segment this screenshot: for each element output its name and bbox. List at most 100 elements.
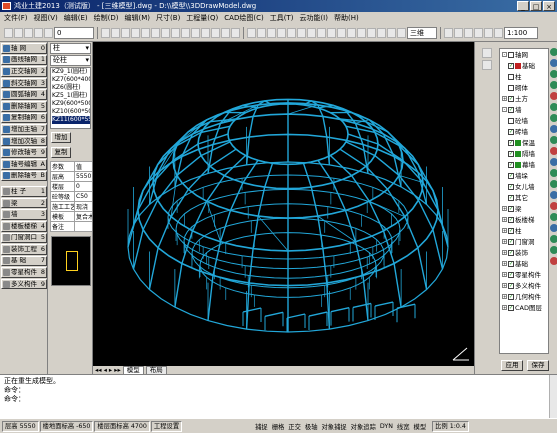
- expand-toggle[interactable]: +: [502, 283, 507, 288]
- layer-tool-button[interactable]: [549, 81, 557, 89]
- toolbar-button[interactable]: [101, 27, 110, 38]
- toolbar-button[interactable]: [257, 27, 266, 38]
- toolbar-button[interactable]: [111, 27, 120, 38]
- toolbar-button[interactable]: [387, 27, 396, 38]
- view-select[interactable]: 三维: [407, 26, 437, 39]
- panel-tool-button[interactable]: [482, 60, 492, 70]
- status-toggle[interactable]: DYN: [378, 423, 395, 430]
- layer-tool-button[interactable]: [549, 246, 557, 254]
- tree-item[interactable]: + ✓ 零星构件: [500, 269, 548, 280]
- left-panel-item[interactable]: 楼板楼梯 4: [1, 220, 47, 232]
- visibility-checkbox[interactable]: ✓: [508, 271, 514, 278]
- status-toggle[interactable]: 线宽: [395, 422, 412, 431]
- expand-toggle[interactable]: +: [502, 305, 507, 310]
- toolbar-button[interactable]: [151, 27, 160, 38]
- layer-select[interactable]: 0: [54, 26, 94, 39]
- layer-tool-button[interactable]: [549, 224, 557, 232]
- visibility-checkbox[interactable]: ✓: [508, 106, 514, 113]
- expand-toggle[interactable]: +: [502, 206, 507, 211]
- toolbar-button[interactable]: [317, 27, 326, 38]
- property-table[interactable]: 参数值层高 5550 楼层 0 砼等级 C50 施工工艺 现浇 模板 复合木 备注: [50, 161, 92, 232]
- toolbar-button[interactable]: [397, 27, 406, 38]
- expand-toggle[interactable]: +: [502, 272, 507, 277]
- tree-item[interactable]: - ✓ 墙: [500, 104, 548, 115]
- list-item[interactable]: KZ6(圆柱): [52, 84, 90, 92]
- component-tree[interactable]: - 轴网 ✓ 基础柱砌体 + ✓ 土方 - ✓ 墙砼墙 ✓ 砖墙 ✓ 保温 ✓ 隔墙 ✓ 幕墙 ✓ 墙垛 ✓ 女儿墙 ✓ 其它…: [499, 48, 549, 354]
- visibility-checkbox[interactable]: ✓: [508, 95, 514, 102]
- toolbar-button[interactable]: [297, 27, 306, 38]
- table-row[interactable]: 参数值: [50, 161, 92, 172]
- tree-item[interactable]: + ✓ 基础: [500, 258, 548, 269]
- status-toggle[interactable]: 模型: [412, 422, 429, 431]
- left-panel-item[interactable]: 修改轴号 9: [1, 147, 47, 158]
- table-row[interactable]: 备注: [50, 221, 92, 232]
- left-panel-item[interactable]: 柱 子 1: [1, 186, 47, 197]
- toolbar-button[interactable]: [141, 27, 150, 38]
- table-row[interactable]: 楼层 0: [50, 181, 92, 192]
- left-panel-item[interactable]: 正交轴网 2: [1, 66, 47, 77]
- visibility-checkbox[interactable]: ✓: [508, 139, 514, 146]
- tree-item[interactable]: ✓ 幕墙: [500, 159, 548, 170]
- visibility-checkbox[interactable]: ✓: [508, 194, 514, 201]
- left-panel-item[interactable]: 基 础 7: [1, 255, 47, 267]
- tree-item[interactable]: ✓ 基础: [500, 60, 548, 71]
- toolbar-button[interactable]: [267, 27, 276, 38]
- layer-tool-button[interactable]: [549, 169, 557, 177]
- visibility-checkbox[interactable]: ✓: [508, 128, 514, 135]
- tree-item[interactable]: + ✓ 板楼梯: [500, 214, 548, 225]
- left-panel-item[interactable]: 删除轴网 5: [1, 100, 47, 112]
- expand-toggle[interactable]: +: [502, 217, 507, 222]
- command-scrollbar[interactable]: [549, 375, 557, 419]
- component-type-select[interactable]: 柱: [50, 43, 91, 54]
- status-toggle[interactable]: 对象捕捉: [319, 422, 348, 431]
- expand-toggle[interactable]: +: [502, 96, 507, 101]
- toolbar-button[interactable]: [307, 27, 316, 38]
- status-toggle[interactable]: 极轴: [303, 422, 320, 431]
- visibility-checkbox[interactable]: ✓: [508, 260, 514, 267]
- expand-toggle[interactable]: +: [502, 261, 507, 266]
- apply-button[interactable]: 应用: [501, 360, 523, 371]
- left-panel-item[interactable]: 轴号编辑 A: [1, 158, 47, 170]
- menu-item[interactable]: 编辑(M): [125, 13, 151, 23]
- tree-item[interactable]: 柱: [500, 71, 548, 82]
- toolbar-button[interactable]: [484, 27, 493, 38]
- command-line[interactable]: 正在重生成模型。 命令： 命令：: [0, 374, 557, 419]
- tree-item[interactable]: + ✓ 装饰: [500, 247, 548, 258]
- expand-toggle[interactable]: +: [502, 294, 507, 299]
- table-row[interactable]: 模板 复合木: [50, 211, 92, 222]
- toolbar-button[interactable]: [4, 27, 13, 38]
- left-panel-item[interactable]: 圆弧轴网 4: [1, 89, 47, 100]
- toolbar-button[interactable]: [191, 27, 200, 38]
- left-panel-item[interactable]: 轴 网 0: [1, 43, 47, 54]
- toolbar-button[interactable]: [161, 27, 170, 38]
- status-toggle[interactable]: 正交: [286, 422, 303, 431]
- visibility-checkbox[interactable]: ✓: [508, 150, 514, 157]
- menu-item[interactable]: 编辑(E): [64, 13, 88, 23]
- list-item[interactable]: KZ5_1(圆柱): [52, 92, 90, 100]
- toolbar-button[interactable]: [277, 27, 286, 38]
- status-toggle[interactable]: 栅格: [270, 422, 287, 431]
- save-button[interactable]: 保存: [527, 360, 549, 371]
- toolbar-button[interactable]: [454, 27, 463, 38]
- toolbar-button[interactable]: [24, 27, 33, 38]
- left-panel-item[interactable]: 零星构件 8: [1, 267, 47, 278]
- list-item[interactable]: KZ11(600*550): [52, 116, 90, 124]
- visibility-checkbox[interactable]: [508, 73, 514, 80]
- tree-item[interactable]: + ✓ 几何构件: [500, 291, 548, 302]
- visibility-checkbox[interactable]: ✓: [508, 161, 514, 168]
- left-panel-item[interactable]: 门窗洞口 5: [1, 232, 47, 244]
- toolbar-button[interactable]: [201, 27, 210, 38]
- left-panel-item[interactable]: 增加主轴 7: [1, 124, 47, 135]
- toolbar-button[interactable]: [494, 27, 503, 38]
- toolbar-button[interactable]: [181, 27, 190, 38]
- table-row[interactable]: 砼等级 C50: [50, 191, 92, 202]
- toolbar-button[interactable]: [231, 27, 240, 38]
- toolbar-button[interactable]: [377, 27, 386, 38]
- table-row[interactable]: 层高 5550: [50, 171, 92, 182]
- expand-toggle[interactable]: +: [502, 239, 507, 244]
- component-list[interactable]: KZ9_1(圆柱) KZ7(600*400) KZ6(圆柱) KZ5_1(圆柱) KZ9…: [50, 67, 91, 129]
- tree-item[interactable]: + ✓ 门窗洞: [500, 236, 548, 247]
- tab-nav-arrows[interactable]: ◂◂ ◂ ▸ ▸▸: [95, 366, 121, 374]
- visibility-checkbox[interactable]: ✓: [508, 293, 514, 300]
- tree-item[interactable]: ✓ 女儿墙: [500, 181, 548, 192]
